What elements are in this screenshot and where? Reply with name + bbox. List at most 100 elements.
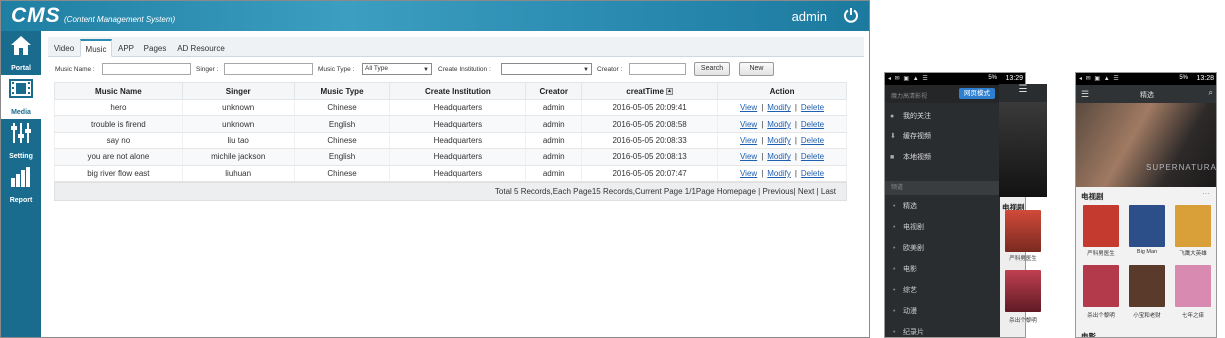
cell-music-type: Chinese [293,165,391,182]
separator: | [761,135,764,145]
content-peek-panel: ☰ 电视剧 严科男医生 杀出个黎明 [999,84,1047,338]
tab-video[interactable]: Video [50,39,78,57]
cell-actions: View | Modify | Delete [717,99,847,117]
cell-actions: View | Modify | Delete [717,115,847,133]
col-creator[interactable]: Creator [525,82,583,100]
poster-caption: 杀出个黎明 [1087,313,1115,319]
delete-link[interactable]: Delete [801,152,824,161]
search-button[interactable]: Search [694,62,730,76]
poster-caption: 严科男医生 [1009,256,1037,262]
col-singer[interactable]: Singer [181,82,295,100]
music-name-input[interactable] [102,63,191,75]
cell-music-type: English [293,148,391,166]
pagination-bar[interactable]: Total 5 Records,Each Page15 Records,Curr… [54,182,847,201]
tab-app[interactable]: APP [114,39,138,57]
cms-header: CMS (Content Management System) admin [1,1,869,31]
tab-pages[interactable]: Pages [140,39,170,57]
category-label: 综艺 [903,287,917,294]
poster-caption: 飞鹰大英雄 [1179,251,1207,257]
app-title: 魔力高清影视 [891,94,928,100]
dropdown-arrow-icon: ▼ [583,67,589,73]
modify-link[interactable]: Modify [767,136,791,145]
view-link[interactable]: View [740,120,757,129]
music-name-label: Music Name : [55,66,95,73]
poster-caption: 七年之痒 [1181,313,1204,319]
category-item[interactable]: • 欧美剧 [885,238,1000,259]
featured-banner[interactable]: SUPERNATURAL [1076,103,1217,187]
col-music-type[interactable]: Music Type [293,82,391,100]
table-header-row: Music Name Singer Music Type Create Inst… [54,82,847,100]
menu-item-follow[interactable]: ● 我的关注 [885,107,1000,127]
cms-logo: CMS [11,4,61,27]
music-type-select[interactable]: All Type ▼ [362,63,432,75]
banner-image[interactable] [999,102,1047,197]
view-link[interactable]: View [740,136,757,145]
poster[interactable] [1005,210,1041,252]
category-item[interactable]: • 纪录片 [885,322,1000,337]
status-bar: ◂ ✉ ▣ ▲ ☰ 5% 13:28 [1076,73,1216,85]
category-item[interactable]: • 综艺 [885,280,1000,301]
cell-creator: admin [525,99,583,117]
institution-label: Create Institution : [438,66,491,73]
creator-input[interactable] [629,63,686,75]
power-icon[interactable] [843,7,859,23]
view-link[interactable]: View [740,152,757,161]
tab-music[interactable]: Music [80,39,112,57]
clock: 13:28 [1196,75,1214,82]
current-user[interactable]: admin [792,9,827,24]
section-title: 电影 [1081,332,1096,338]
col-creat-time[interactable]: creatTime ▲ [581,82,719,100]
col-music-name[interactable]: Music Name [54,82,183,100]
sidebar-item-report[interactable]: Report [1,163,41,207]
poster[interactable] [1175,265,1211,307]
category-item[interactable]: • 电视剧 [885,217,1000,238]
channel-section-label: 频道 [885,181,1000,195]
filter-bar: Music Name : Singer : Music Type : All T… [48,57,864,81]
view-link[interactable]: View [740,103,757,112]
new-button[interactable]: New [739,62,774,76]
poster[interactable] [1129,205,1165,247]
delete-link[interactable]: Delete [801,136,824,145]
banner-text: SUPERNATURAL [1146,163,1217,172]
more-icon[interactable]: ··· [1202,189,1210,198]
menu-item-local[interactable]: ■ 本地视频 [885,148,1000,168]
delete-link[interactable]: Delete [801,120,824,129]
sort-icon[interactable]: ▲ [665,87,673,95]
poster[interactable] [1083,265,1119,307]
separator: | [761,168,764,178]
poster[interactable] [1129,265,1165,307]
table-row: say no liu tao Chinese Headquarters admi… [54,132,847,150]
cell-institution: Headquarters [389,165,527,182]
poster[interactable] [1175,205,1211,247]
web-mode-button[interactable]: 网页模式 [959,88,995,99]
cell-singer: liu tao [181,132,295,150]
sidebar-item-media[interactable]: Media [1,75,41,119]
cell-music-name: hero [54,99,183,117]
sidebar-item-portal[interactable]: Portal [1,31,41,75]
poster[interactable] [1005,270,1041,312]
view-link[interactable]: View [740,169,757,178]
singer-input[interactable] [224,63,313,75]
category-item[interactable]: • 精选 [885,196,1000,217]
delete-link[interactable]: Delete [801,103,824,112]
institution-select[interactable]: ▼ [501,63,592,75]
sidebar-item-setting[interactable]: Setting [1,119,41,163]
modify-link[interactable]: Modify [767,103,791,112]
delete-link[interactable]: Delete [801,169,824,178]
category-label: 纪录片 [903,329,924,336]
modify-link[interactable]: Modify [767,169,791,178]
poster[interactable] [1083,205,1119,247]
category-item[interactable]: • 动漫 [885,301,1000,322]
cell-music-name: trouble is firend [54,115,183,133]
category-item[interactable]: • 电影 [885,259,1000,280]
menu-item-cache[interactable]: ⬇ 缓存视频 [885,127,1000,147]
col-create-institution[interactable]: Create Institution [389,82,527,100]
search-icon[interactable]: ⌕ [1209,88,1213,98]
menu-icon[interactable]: ☰ [999,84,1047,102]
tab-ad-resource[interactable]: AD Resource [172,39,230,57]
user-icon: ● [890,113,895,120]
cell-music-name: you are not alone [54,148,183,166]
modify-link[interactable]: Modify [767,120,791,129]
modify-link[interactable]: Modify [767,152,791,161]
cell-music-type: English [293,115,391,133]
